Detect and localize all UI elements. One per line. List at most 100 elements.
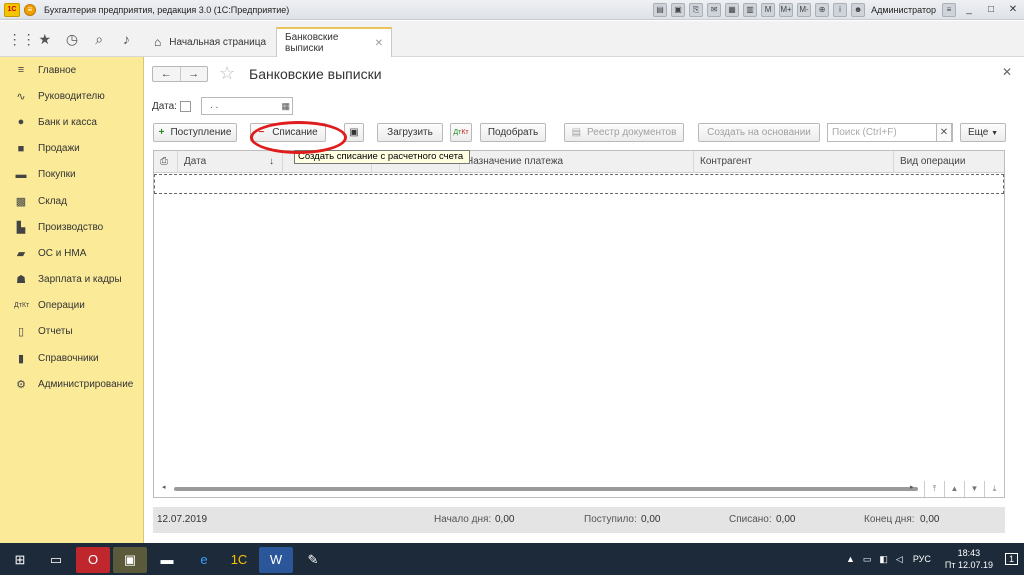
scroll-right-icon[interactable]: ▸ [910, 483, 914, 491]
sidebar-item-reports[interactable]: ▯ Отчеты [0, 319, 143, 345]
favorites-star-icon[interactable]: ★ [35, 31, 55, 48]
date-field[interactable]: . . ▦ [201, 97, 293, 115]
column-counterparty[interactable]: Контрагент [694, 151, 894, 173]
title-bar: 1С ≡ Бухгалтерия предприятия, редакция 3… [0, 0, 1024, 20]
person-icon: ☗ [16, 274, 26, 287]
tab-bank-statements-label: Банковские выписки [285, 32, 339, 54]
report-icon: ▯ [17, 326, 25, 339]
mail-icon[interactable]: ✉ [707, 3, 722, 17]
next-page-icon[interactable]: ▼ [964, 481, 984, 497]
paint-icon[interactable]: ✎ [296, 547, 330, 573]
sidebar-item-main[interactable]: ≡ Главное [0, 57, 143, 83]
memory-mminus-icon[interactable]: M- [797, 3, 812, 17]
column-operation-type[interactable]: Вид операции [894, 151, 1004, 173]
search-icon[interactable]: ⌕ [89, 31, 109, 48]
receipt-button[interactable]: + Поступление [153, 123, 237, 142]
sidebar-item-warehouse[interactable]: ▩ Склад [0, 188, 143, 214]
sidebar-item-operations[interactable]: ДтКт Операции [0, 293, 143, 319]
cart-icon: ▬ [15, 168, 27, 181]
dt-kt-button[interactable]: ДтКт [450, 123, 472, 142]
history-icon[interactable]: ◷ [62, 31, 82, 48]
link-icon[interactable]: ⎘ [689, 3, 704, 17]
sidebar-item-purchases[interactable]: ▬ Покупки [0, 162, 143, 188]
start-label: Начало дня: [434, 514, 492, 525]
task-view-icon[interactable]: ▭ [40, 547, 72, 573]
page-title: Банковские выписки [249, 66, 382, 82]
sidebar-item-manager[interactable]: ∿ Руководителю [0, 83, 143, 109]
info-icon[interactable]: i [833, 3, 848, 17]
maximize-button[interactable]: □ [980, 0, 1002, 20]
language-indicator[interactable]: РУС [913, 554, 931, 564]
calendar-icon[interactable]: ▦ [281, 98, 290, 114]
history-nav: ← → [152, 66, 208, 82]
opera-icon[interactable]: O [76, 547, 110, 573]
first-page-icon[interactable]: ⤒ [924, 481, 944, 497]
forward-arrow-icon[interactable]: → [181, 67, 208, 81]
network-icon[interactable]: ◧ [879, 554, 888, 565]
annotation-circle [250, 121, 347, 154]
memory-mplus-icon[interactable]: M+ [779, 3, 794, 17]
notification-icon[interactable]: 1 [1004, 553, 1018, 565]
receipt-button-label: Поступление [170, 127, 232, 138]
create-based-button[interactable]: Создать на основании [698, 123, 820, 142]
calendar-icon[interactable]: ▦ [725, 3, 740, 17]
ie-icon[interactable]: e [187, 547, 221, 573]
close-tab-icon[interactable]: ✕ [375, 38, 383, 49]
bell-icon[interactable]: ♪ [116, 31, 136, 47]
tab-home[interactable]: ⌂ Начальная страница [146, 27, 274, 57]
horizontal-scrollbar[interactable] [174, 487, 918, 491]
back-arrow-icon[interactable]: ← [153, 67, 181, 81]
1c-enterprise-icon[interactable]: 1С [222, 547, 256, 573]
favorite-star-icon[interactable]: ☆ [219, 63, 235, 84]
more-button[interactable]: Еще ▼ [960, 123, 1006, 142]
load-button[interactable]: Загрузить [377, 123, 443, 142]
windows-start-icon[interactable]: ⊞ [2, 547, 38, 573]
pick-button[interactable]: Подобрать [480, 123, 546, 142]
main-menu-button[interactable]: ≡ [24, 3, 36, 16]
chart-line-icon: ∿ [16, 90, 26, 103]
column-purpose[interactable]: Назначение платежа [460, 151, 694, 173]
last-page-icon[interactable]: ⤓ [984, 481, 1004, 497]
close-form-icon[interactable]: ✕ [1002, 65, 1012, 79]
user-name[interactable]: Администратор [871, 5, 936, 15]
registry-button[interactable]: ▤ Реестр документов [564, 123, 684, 142]
tab-row: ⋮⋮ ★ ◷ ⌕ ♪ ⌂ Начальная страница Банковск… [0, 21, 1024, 57]
file-explorer-icon[interactable]: ▬ [150, 547, 184, 573]
apps-grid-icon[interactable]: ⋮⋮ [8, 31, 36, 48]
save-icon[interactable]: ▣ [671, 3, 686, 17]
minimize-button[interactable]: _ [958, 0, 980, 20]
copy-button[interactable]: ▣ [344, 123, 364, 142]
column-date[interactable]: Дата ↓ [178, 151, 283, 173]
search-input[interactable]: Поиск (Ctrl+F) ✕ [827, 123, 953, 142]
scroll-left-icon[interactable]: ◂ [162, 483, 166, 491]
1c-app-icon[interactable]: ▣ [113, 547, 147, 573]
clear-search-icon[interactable]: ✕ [936, 123, 952, 142]
date-field-value: . . [210, 100, 219, 111]
tray-up-icon[interactable]: ▲ [846, 554, 855, 564]
date-checkbox[interactable] [180, 101, 191, 112]
settings-menu-icon[interactable]: ≡ [942, 3, 956, 17]
plus-icon: + [158, 127, 165, 138]
sidebar-item-production[interactable]: ▙ Производство [0, 214, 143, 240]
zoom-icon[interactable]: ⊕ [815, 3, 830, 17]
volume-icon[interactable]: ◁ [896, 554, 903, 565]
calculator-icon[interactable]: ▥ [743, 3, 758, 17]
clock[interactable]: 18:43 Пт 12.07.19 [945, 547, 993, 571]
sidebar-item-salary[interactable]: ☗ Зарплата и кадры [0, 267, 143, 293]
sidebar-item-assets[interactable]: ▰ ОС и НМА [0, 240, 143, 266]
sidebar-item-bank[interactable]: ● Банк и касса [0, 109, 143, 135]
battery-icon[interactable]: ▭ [863, 554, 872, 565]
table-row[interactable] [154, 174, 1004, 194]
attachment-icon[interactable]: ⎙ [154, 151, 178, 173]
tab-bank-statements[interactable]: Банковские выписки ✕ [276, 27, 392, 57]
prev-page-icon[interactable]: ▲ [944, 481, 964, 497]
in-value: 0,00 [641, 514, 661, 525]
print-icon[interactable]: ▤ [653, 3, 668, 17]
word-icon[interactable]: W [259, 547, 293, 573]
sidebar-item-references[interactable]: ▮ Справочники [0, 345, 143, 371]
memory-m-icon[interactable]: M [761, 3, 776, 17]
sidebar-item-sales[interactable]: ■ Продажи [0, 136, 143, 162]
taskbar: ⊞ ▭ O ▣ ▬ e 1С W ✎ ▲ ▭ ◧ ◁ РУС 18:43 Пт … [0, 543, 1024, 575]
sidebar-item-admin[interactable]: ⚙ Администрирование [0, 371, 143, 397]
close-window-button[interactable]: ✕ [1002, 0, 1024, 20]
